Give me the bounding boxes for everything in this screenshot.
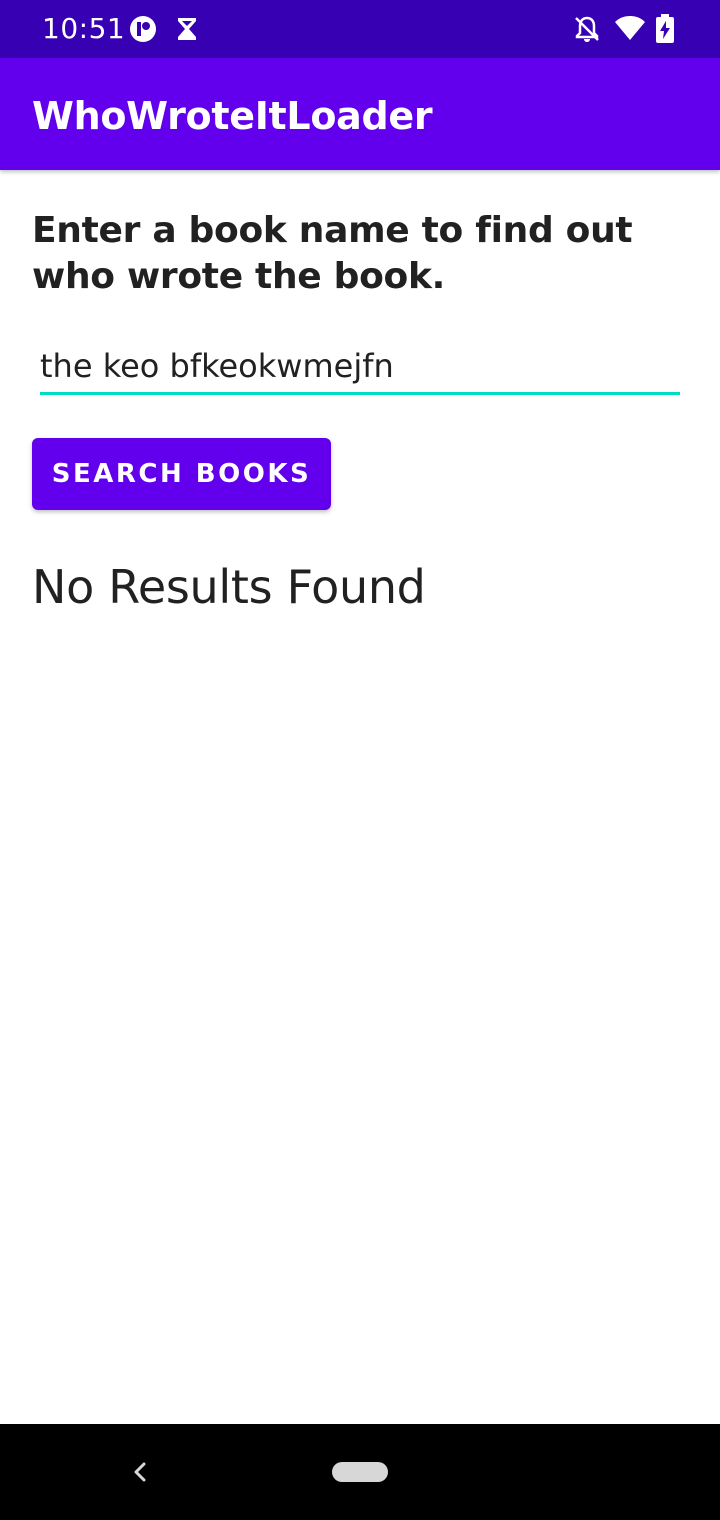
navigation-bar: [0, 1424, 720, 1520]
back-icon[interactable]: [124, 1454, 156, 1490]
app-title: WhoWroteItLoader: [32, 94, 433, 138]
search-books-button[interactable]: SEARCH BOOKS: [32, 438, 331, 510]
book-search-input[interactable]: [40, 340, 680, 395]
app-bar: WhoWroteItLoader: [0, 58, 720, 170]
do-not-disturb-bell-icon: [572, 14, 602, 44]
status-time: 10:51: [42, 12, 126, 45]
status-bar: 10:51: [0, 0, 720, 58]
instructions-text: Enter a book name to find out who wrote …: [32, 210, 633, 297]
screen: 10:51 WhoWroteItLoader Enter a book name…: [0, 0, 720, 1520]
hourglass-icon: [172, 14, 202, 44]
home-pill-icon[interactable]: [332, 1462, 388, 1482]
wifi-icon: [614, 14, 645, 44]
result-text: No Results Found: [32, 560, 426, 614]
app-notification-icon: [128, 14, 158, 44]
battery-charging-icon: [654, 14, 676, 44]
